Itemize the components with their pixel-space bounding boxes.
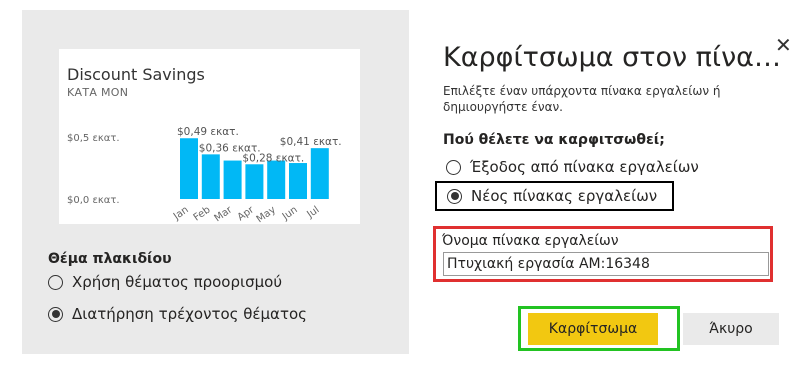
new-dashboard-highlight: Νέος πίνακας εργαλείων <box>435 181 674 211</box>
x-tick-label: Feb <box>192 204 213 223</box>
x-tick-label: Mar <box>213 204 235 224</box>
bar-may <box>267 160 286 199</box>
bar-jun <box>289 163 307 199</box>
data-label: $0,49 εκατ. <box>177 126 239 138</box>
x-tick-label: Apr <box>236 204 257 223</box>
radio-label: Διατήρηση τρέχοντος θέματος <box>72 305 307 323</box>
tile-theme-heading: Θέμα πλακιδίου <box>48 251 172 267</box>
x-tick-label: Jul <box>304 204 321 221</box>
dashboard-name-input[interactable] <box>443 252 769 276</box>
tile-theme-section: Θέμα πλακιδίου Χρήση θέματος προορισμού … <box>48 251 307 326</box>
radio-existing-dashboard[interactable]: Έξοδος από πίνακα εργαλείων <box>446 155 699 179</box>
pin-location-heading: Πού θέλετε να καρφιτσωθεί; <box>443 132 665 148</box>
bar-apr <box>245 164 264 199</box>
dialog-description: Επιλέξτε έναν υπάρχοντα πίνακα εργαλείων… <box>443 84 721 114</box>
x-tick-label: Jan <box>171 204 191 222</box>
radio-new-dashboard[interactable]: Νέος πίνακας εργαλείων <box>447 184 657 208</box>
dashboard-name-label: Όνομα πίνακα εργαλείων <box>442 233 619 249</box>
tile-preview: Discount Savings ΚΑΤΑ MON $0,5 εκατ. $0,0… <box>59 49 360 224</box>
y-tick-label: $0,5 εκατ. <box>67 133 120 144</box>
radio-use-destination-theme[interactable]: Χρήση θέματος προορισμού <box>48 270 307 294</box>
radio-icon[interactable] <box>48 274 63 290</box>
cancel-button[interactable]: Άκυρο <box>683 313 779 345</box>
radio-icon[interactable] <box>446 159 461 175</box>
dialog-title: Καρφίτσωμα στον πίνα… <box>443 42 781 73</box>
radio-selected-icon[interactable] <box>447 188 462 204</box>
x-tick-label: Jun <box>280 204 300 223</box>
radio-label: Νέος πίνακας εργαλείων <box>471 187 658 205</box>
radio-label: Χρήση θέματος προορισμού <box>72 273 282 291</box>
pin-button[interactable]: Καρφίτσωμα <box>528 313 658 345</box>
bar-feb <box>201 154 220 199</box>
y-tick-label: $0,0 εκατ. <box>67 195 120 206</box>
radio-selected-icon[interactable] <box>48 306 63 322</box>
radio-label: Έξοδος από πίνακα εργαλείων <box>470 158 699 176</box>
data-label: $0,28 εκατ. <box>242 152 304 164</box>
close-icon[interactable]: ✕ <box>775 33 792 57</box>
bar-jul <box>310 148 329 199</box>
bar-chart: $0,5 εκατ. $0,0 εκατ. Jan Feb Mar AprMay Jun Ju… <box>67 126 342 224</box>
x-tick-label: May <box>255 204 278 224</box>
bar-jan <box>180 138 198 199</box>
bar-mar <box>223 160 242 199</box>
data-label: $0,41 εκατ. <box>280 136 342 148</box>
radio-keep-current-theme[interactable]: Διατήρηση τρέχοντος θέματος <box>48 302 307 326</box>
